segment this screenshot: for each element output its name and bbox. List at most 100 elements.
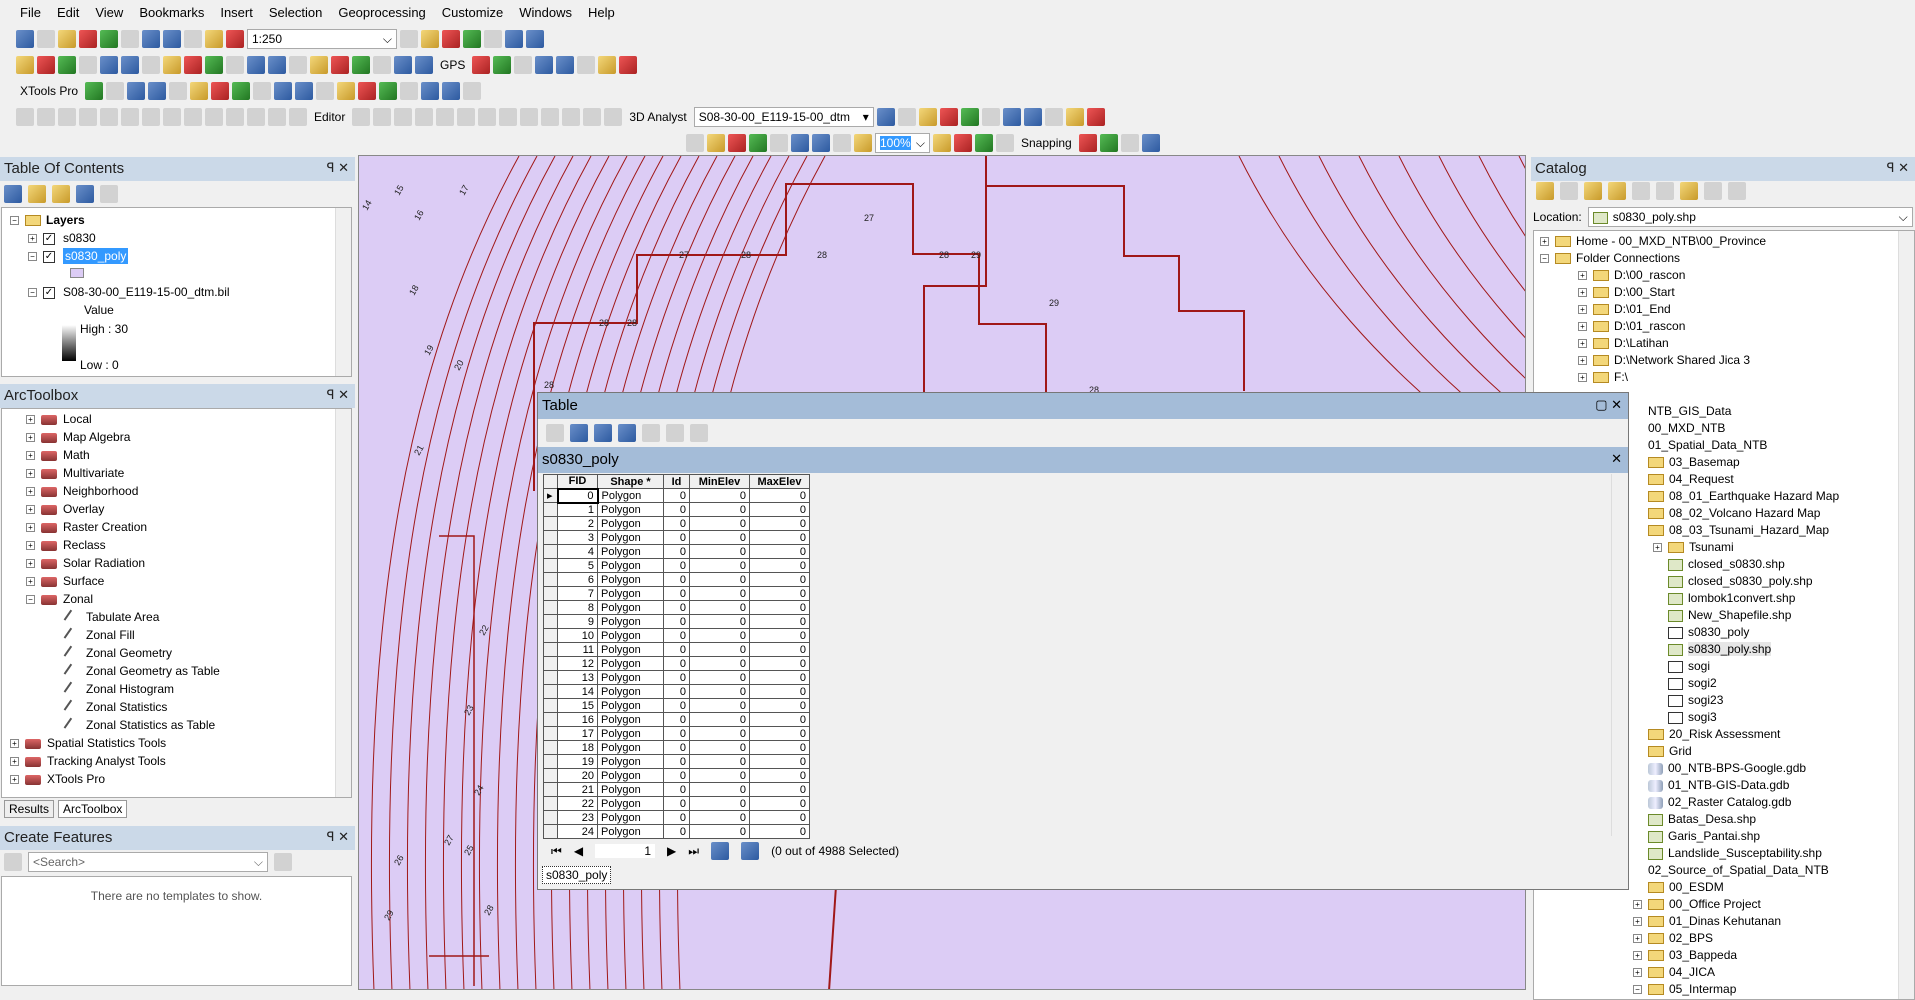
show-selected-records-icon[interactable] — [741, 842, 760, 860]
visibility-checkbox[interactable]: ✓ — [43, 232, 55, 245]
table-cell[interactable]: Polygon — [597, 502, 664, 517]
tool-item[interactable]: Zonal Geometry as Table — [8, 662, 345, 681]
hyperlink-icon[interactable] — [268, 56, 286, 74]
table-cell[interactable]: 20 — [557, 768, 598, 783]
find-route-icon[interactable] — [352, 56, 370, 74]
clear-selection-icon[interactable] — [642, 424, 660, 442]
find-icon[interactable] — [331, 56, 349, 74]
change-layout-icon[interactable] — [975, 134, 993, 152]
table-cell[interactable]: 0 — [749, 628, 810, 643]
snap-vertex-icon[interactable] — [1120, 134, 1139, 152]
table-cell[interactable]: 22 — [557, 796, 598, 811]
table-cell[interactable]: 24 — [557, 824, 598, 839]
paste-icon[interactable] — [142, 30, 160, 48]
tool-item[interactable]: Zonal Statistics as Table — [8, 716, 345, 735]
column-header[interactable]: MinElev — [689, 474, 750, 489]
layout-zoom-combo[interactable]: 100% ⌵ — [875, 133, 930, 153]
table-cell[interactable]: 0 — [663, 810, 690, 825]
table-row[interactable]: 23 Polygon 0 0 0 — [543, 810, 810, 825]
toggle-draft-icon[interactable] — [933, 134, 951, 152]
table-cell[interactable]: 1 — [557, 502, 598, 517]
topo-icon-12[interactable] — [247, 108, 265, 126]
table-cell[interactable]: 7 — [557, 586, 598, 601]
organize-templates-icon[interactable] — [4, 853, 22, 871]
menu-customize[interactable]: Customize — [434, 5, 511, 20]
table-cell[interactable]: 0 — [689, 670, 750, 685]
cut-icon[interactable] — [100, 30, 118, 48]
layout-zoom-out-icon[interactable] — [707, 134, 725, 152]
table-row[interactable]: 19 Polygon 0 0 0 — [543, 754, 810, 769]
arcscene-icon[interactable] — [1044, 108, 1063, 126]
toolset-item[interactable]: + Math — [8, 446, 345, 464]
tool-item[interactable]: Zonal Statistics — [8, 698, 345, 717]
row-selector[interactable] — [543, 768, 558, 783]
measure-icon[interactable] — [310, 56, 328, 74]
table-cell[interactable]: 15 — [557, 698, 598, 713]
catalog-item[interactable]: + D:\Latihan — [1538, 335, 1910, 352]
layout-zoom-in-icon[interactable] — [686, 134, 704, 152]
gps-menu[interactable]: GPS — [436, 58, 469, 72]
table-row[interactable]: 10 Polygon 0 0 0 — [543, 628, 810, 643]
table-cell[interactable]: Polygon — [597, 530, 664, 545]
table-cell[interactable]: 0 — [749, 614, 810, 629]
table-cell[interactable]: 0 — [689, 656, 750, 671]
table-cell[interactable]: 0 — [749, 712, 810, 727]
table-cell[interactable]: 0 — [689, 572, 750, 587]
gps-icon-5[interactable] — [556, 56, 575, 74]
column-header[interactable]: MaxElev — [749, 474, 810, 489]
catalog-item[interactable]: −05_Intermap — [1538, 981, 1910, 998]
pencil-icon[interactable] — [127, 82, 146, 100]
map-scrollbar[interactable] — [358, 990, 1526, 1000]
row-selector[interactable] — [543, 600, 558, 615]
forward-icon[interactable] — [1560, 182, 1578, 200]
row-selector[interactable] — [543, 712, 558, 727]
scale-combo[interactable]: 1:250 ⌵ — [247, 29, 397, 49]
connect-folder-icon[interactable] — [1632, 182, 1650, 200]
catalog-item[interactable]: + F:\ — [1538, 369, 1910, 386]
layout-fixed-in-icon[interactable] — [791, 134, 809, 152]
table-cell[interactable]: 0 — [689, 586, 750, 601]
column-header[interactable]: FID — [557, 474, 598, 489]
back-icon[interactable] — [1536, 182, 1554, 200]
tab-arctoolbox[interactable]: ArcToolbox — [58, 800, 128, 818]
toolset-item[interactable]: + Map Algebra — [8, 428, 345, 446]
views-icon[interactable] — [1656, 182, 1674, 200]
undo-icon[interactable] — [184, 30, 202, 48]
pin-close-icon[interactable]: ꟼ ✕ — [327, 829, 349, 845]
toolset-item[interactable]: + Multivariate — [8, 464, 345, 482]
row-selector[interactable] — [543, 502, 558, 517]
table-cell[interactable]: 9 — [557, 614, 598, 629]
first-record-icon[interactable]: ⏮ — [551, 844, 562, 859]
layer-s0830[interactable]: + ✓ s0830 — [10, 229, 343, 247]
previous-record-icon[interactable]: ◀ — [574, 844, 583, 858]
fixed-zoom-in-icon[interactable] — [100, 56, 118, 74]
table-cell[interactable]: 0 — [663, 782, 690, 797]
snap-end-icon[interactable] — [1099, 134, 1118, 152]
table-cell[interactable]: 0 — [749, 740, 810, 755]
pin-close-icon[interactable]: ꟼ ✕ — [1887, 160, 1909, 176]
table-cell[interactable]: Polygon — [597, 488, 664, 503]
toolset-item[interactable]: + Overlay — [8, 500, 345, 518]
table-cell[interactable]: 0 — [663, 614, 690, 629]
table-row[interactable]: 6 Polygon 0 0 0 — [543, 572, 810, 587]
table-cell[interactable]: 0 — [663, 824, 690, 839]
table-cell[interactable]: Polygon — [597, 768, 664, 783]
table-cell[interactable]: 0 — [663, 586, 690, 601]
table-cell[interactable]: 0 — [749, 502, 810, 517]
create-features-icon[interactable] — [604, 108, 623, 126]
toolset-item[interactable]: + Neighborhood — [8, 482, 345, 500]
table-cell[interactable]: 0 — [689, 488, 750, 503]
3d-analyst-menu[interactable]: 3D Analyst — [625, 110, 690, 124]
table-cell[interactable]: Polygon — [597, 544, 664, 559]
modelbuilder-icon[interactable] — [526, 30, 544, 48]
zoom-100-icon[interactable] — [770, 134, 788, 152]
table-cell[interactable]: Polygon — [597, 782, 664, 797]
help-icon[interactable] — [1086, 108, 1105, 126]
xtools-menu[interactable]: XTools Pro — [16, 84, 82, 98]
table-cell[interactable]: 0 — [663, 572, 690, 587]
analyst-icon-5[interactable] — [960, 108, 979, 126]
table-cell[interactable]: 0 — [663, 628, 690, 643]
table-cell[interactable]: 16 — [557, 712, 598, 727]
identify-icon[interactable] — [247, 56, 265, 74]
layout-forward-icon[interactable] — [854, 134, 872, 152]
